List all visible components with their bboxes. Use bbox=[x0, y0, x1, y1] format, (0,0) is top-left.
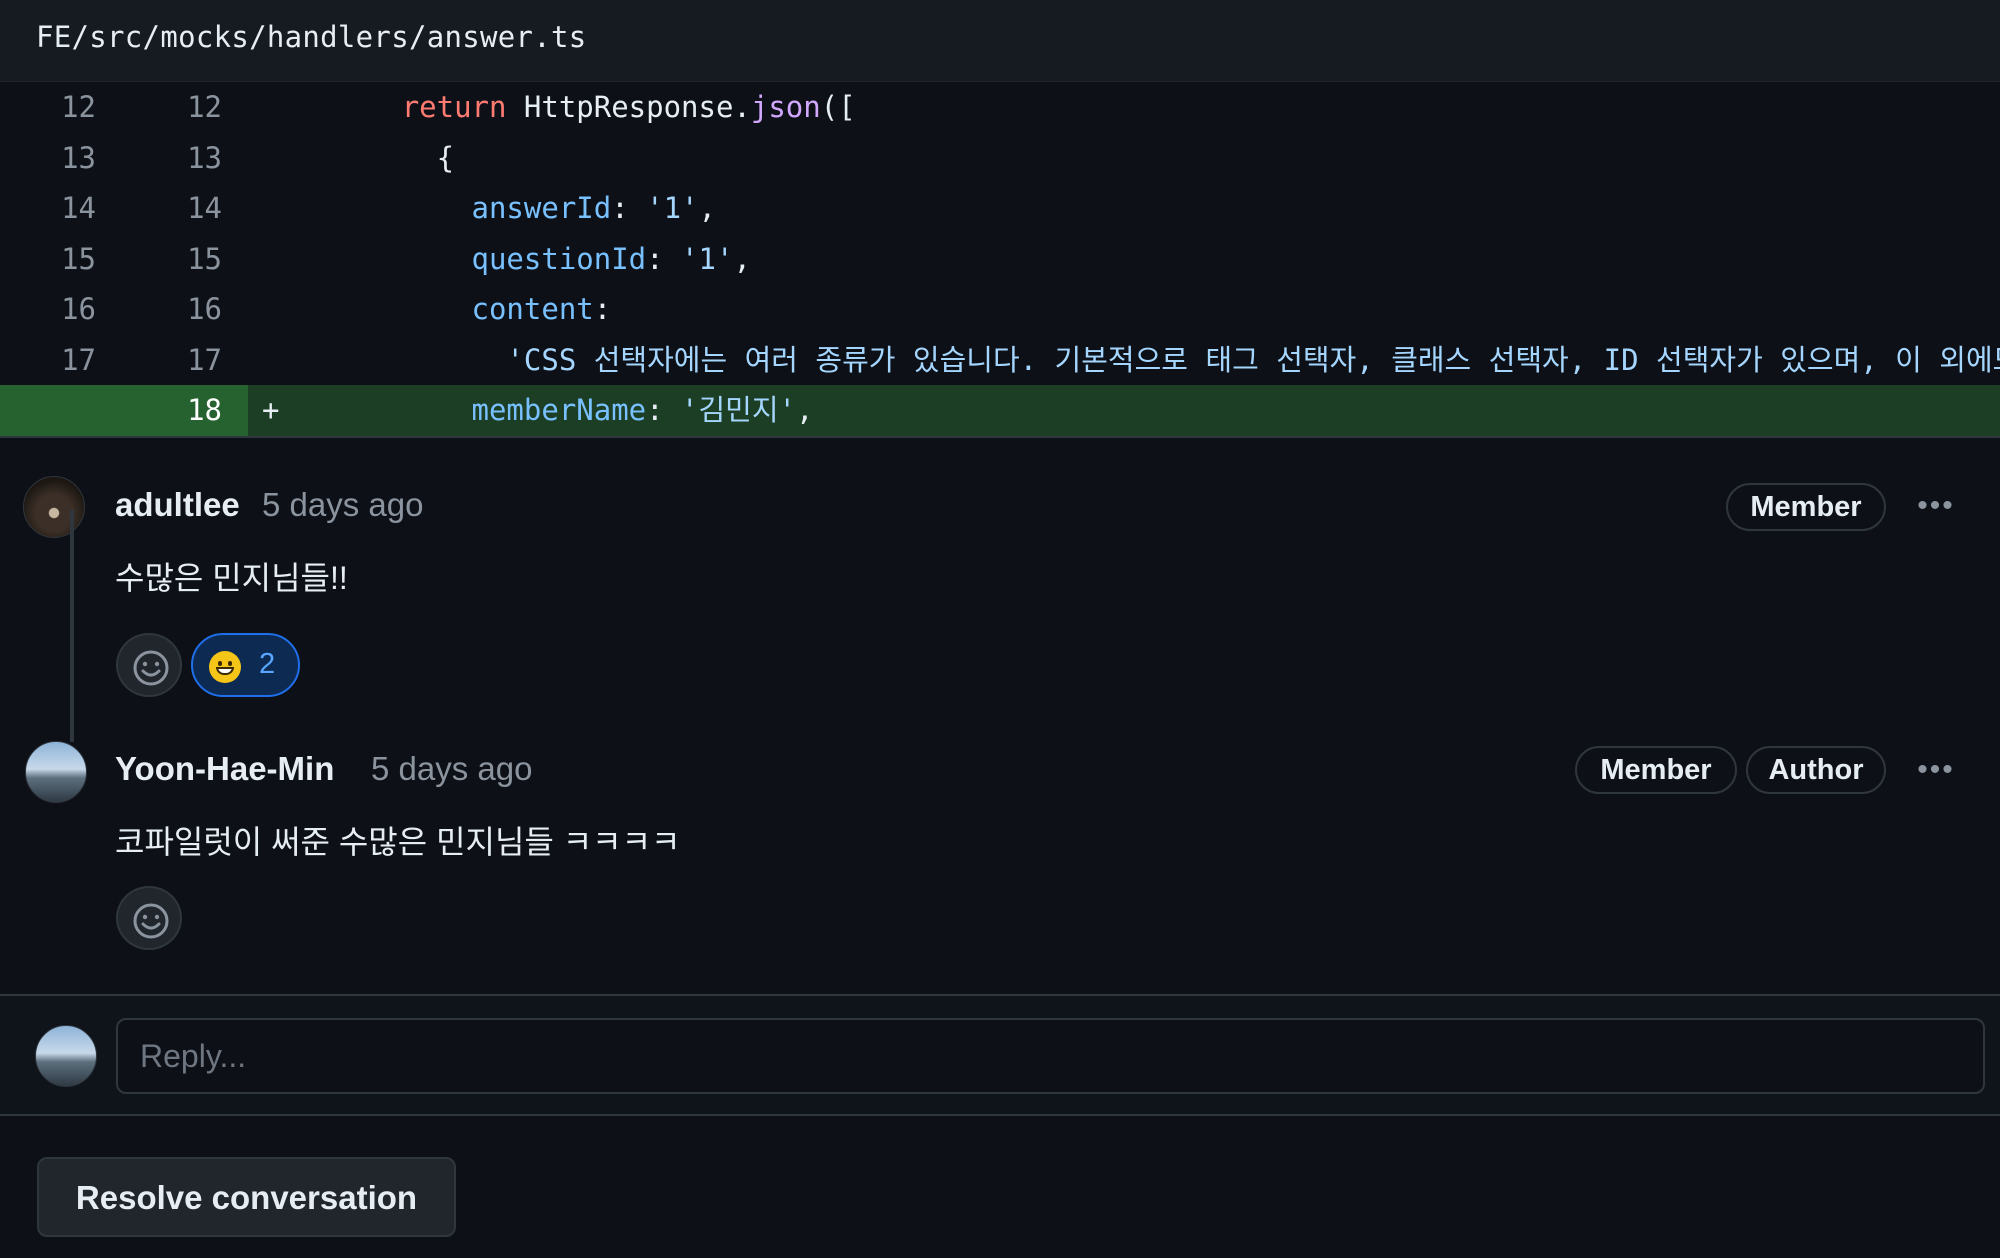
diff-line: 14 14 answerId: '1', bbox=[0, 183, 2000, 234]
code-token: : bbox=[593, 292, 612, 326]
code-token: '김민지' bbox=[681, 393, 797, 427]
code-token: memberName bbox=[471, 393, 647, 427]
new-line-number[interactable]: 12 bbox=[124, 82, 222, 133]
diff-line: 17 17 'CSS 선택자에는 여러 종류가 있습니다. 기본적으로 태그 선택… bbox=[0, 335, 2000, 386]
avatar[interactable] bbox=[23, 476, 85, 538]
old-line-number[interactable] bbox=[0, 385, 96, 436]
code-line: memberName: '김민지', bbox=[262, 385, 814, 435]
smiley-icon bbox=[133, 903, 169, 939]
diff-view: 12 12 return HttpResponse.json([13 13 {14 1… bbox=[0, 82, 2000, 436]
code-token: '1' bbox=[681, 241, 734, 276]
code-line: 'CSS 선택자에는 여러 종류가 있습니다. 기본적으로 태그 선택자, 클래… bbox=[262, 335, 2000, 385]
diff-line: 16 16 content: bbox=[0, 284, 2000, 335]
avatar[interactable] bbox=[25, 741, 87, 803]
kebab-horizontal-icon[interactable]: ••• bbox=[1912, 491, 1960, 521]
code-line: return HttpResponse.json([ bbox=[262, 82, 856, 132]
code-token: { bbox=[262, 140, 455, 175]
old-line-number[interactable]: 15 bbox=[0, 234, 96, 285]
new-line-number[interactable]: 16 bbox=[124, 284, 222, 335]
reaction-count: 2 bbox=[259, 648, 276, 680]
add-reaction-button[interactable] bbox=[116, 633, 182, 697]
new-line-number[interactable]: 14 bbox=[124, 183, 222, 234]
comment-body: 수많은 민지님들!! bbox=[115, 560, 348, 596]
diff-line: 15 15 questionId: '1', bbox=[0, 234, 2000, 285]
new-line-number[interactable]: 18 bbox=[124, 385, 222, 436]
code-token: answerId bbox=[471, 191, 612, 225]
code-line: { bbox=[262, 133, 454, 183]
code-line: content: bbox=[262, 284, 612, 334]
code-token: questionId bbox=[471, 241, 647, 276]
comment-author[interactable]: Yoon-Hae-Min bbox=[115, 750, 334, 788]
code-token: , bbox=[796, 393, 814, 427]
comment-body: 코파일럿이 써준 수많은 민지님들 ㅋㅋㅋㅋ bbox=[115, 824, 681, 860]
comment-author[interactable]: adultlee bbox=[115, 486, 240, 524]
add-reaction-button[interactable] bbox=[116, 886, 182, 950]
file-header: FE/src/mocks/handlers/answer.ts bbox=[0, 0, 2000, 82]
code-token: : bbox=[646, 241, 682, 276]
code-token: : bbox=[646, 393, 682, 427]
code-token: content bbox=[471, 292, 594, 326]
member-badge: Member bbox=[1726, 483, 1886, 531]
code-token: HttpResponse. bbox=[506, 90, 751, 124]
reaction-grinning-face[interactable]: 2 bbox=[191, 633, 300, 697]
comment-timestamp[interactable]: 5 days ago bbox=[371, 750, 532, 788]
review-thread: FE/src/mocks/handlers/answer.ts 12 12 ret… bbox=[0, 0, 2000, 1258]
code-token: 'CSS 선택자에는 여러 종류가 있습니다. 기본적으로 태그 선택자, 클래… bbox=[506, 342, 2000, 377]
code-token: : bbox=[611, 191, 647, 225]
thread-line bbox=[70, 510, 74, 742]
new-line-number[interactable]: 13 bbox=[124, 133, 222, 184]
code-token: ([ bbox=[820, 90, 856, 124]
old-line-number[interactable]: 17 bbox=[0, 335, 96, 386]
diff-divider bbox=[0, 436, 2000, 438]
old-line-number[interactable]: 16 bbox=[0, 284, 96, 335]
smiley-icon bbox=[133, 650, 169, 686]
current-user-avatar bbox=[35, 1025, 97, 1087]
code-token: , bbox=[698, 191, 716, 225]
code-line: questionId: '1', bbox=[262, 234, 751, 284]
old-line-number[interactable]: 14 bbox=[0, 183, 96, 234]
author-badge: Author bbox=[1746, 746, 1886, 794]
diff-line: 13 13 { bbox=[0, 133, 2000, 184]
code-token: '1' bbox=[646, 191, 699, 225]
comment-timestamp[interactable]: 5 days ago bbox=[262, 486, 423, 524]
member-badge: Member bbox=[1575, 746, 1737, 794]
diff-line-added: 18 + memberName: '김민지', bbox=[0, 385, 2000, 436]
old-line-number[interactable]: 12 bbox=[0, 82, 96, 133]
divider bbox=[0, 1114, 2000, 1116]
code-token: json bbox=[750, 90, 821, 124]
code-line: answerId: '1', bbox=[262, 183, 716, 233]
old-line-number[interactable]: 13 bbox=[0, 133, 96, 184]
new-line-number[interactable]: 17 bbox=[124, 335, 222, 386]
new-line-number[interactable]: 15 bbox=[124, 234, 222, 285]
diff-line: 12 12 return HttpResponse.json([ bbox=[0, 82, 2000, 133]
resolve-conversation-button[interactable]: Resolve conversation bbox=[37, 1157, 456, 1237]
file-path[interactable]: FE/src/mocks/handlers/answer.ts bbox=[36, 20, 587, 54]
code-token: return bbox=[401, 90, 507, 124]
kebab-horizontal-icon[interactable]: ••• bbox=[1912, 755, 1960, 785]
code-token: , bbox=[733, 241, 751, 276]
reply-input[interactable] bbox=[116, 1018, 1985, 1094]
